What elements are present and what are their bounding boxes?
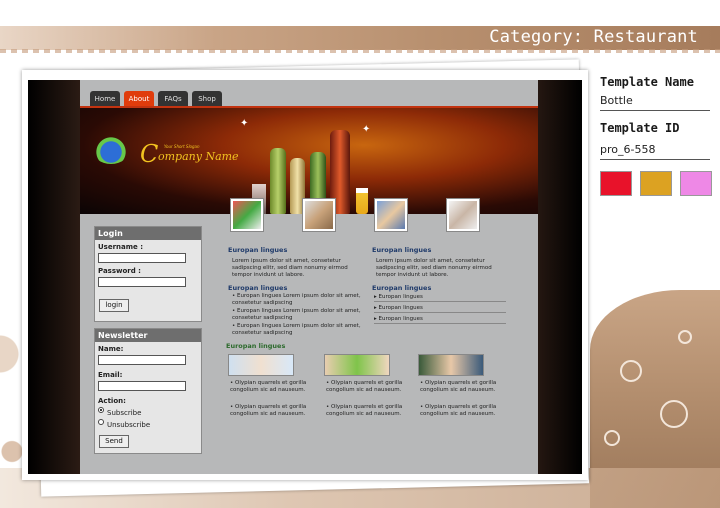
template-name-label: Template Name <box>600 75 694 89</box>
send-button[interactable]: Send <box>99 435 129 448</box>
gallery-caption: • Olypian quarrels et gorilla congolium … <box>230 380 307 393</box>
name-label: Name: <box>98 345 124 353</box>
logo-icon <box>92 134 130 164</box>
template-preview-frame[interactable]: Home About FAQs Shop Your Short Slogan C… <box>22 70 588 480</box>
nav-faqs[interactable]: FAQs <box>158 91 188 107</box>
link-item[interactable]: ▸ Europan lingues <box>374 316 506 324</box>
username-label: Username : <box>98 243 144 251</box>
category-title: Category: Restaurant <box>489 27 698 47</box>
link-item[interactable]: ▸ Europan lingues <box>374 294 506 302</box>
subscribe-label: Subscribe <box>107 409 142 417</box>
template-site: Home About FAQs Shop Your Short Slogan C… <box>80 80 538 474</box>
list-heading: Europan lingues <box>228 284 288 292</box>
password-label: Password : <box>98 267 141 275</box>
newsletter-title: Newsletter <box>95 329 201 342</box>
gallery-caption: • Olypian quarrels et gorilla congolium … <box>326 404 403 417</box>
thumbnail[interactable] <box>302 198 336 232</box>
login-box: Login Username : Password : login <box>94 226 202 322</box>
link-item[interactable]: ▸ Europan lingues <box>374 305 506 313</box>
logo-name: ompany Name <box>158 150 239 163</box>
gallery-caption: • Olypian quarrels et gorilla congolium … <box>326 380 403 393</box>
list-item: • Europan lingues Lorem ipsum dolor sit … <box>232 308 361 321</box>
gallery-caption: • Olypian quarrels et gorilla congolium … <box>420 380 497 393</box>
nav-home[interactable]: Home <box>90 91 120 107</box>
gallery-heading: Europan lingues <box>226 342 286 350</box>
nav-shop[interactable]: Shop <box>192 91 222 107</box>
login-button[interactable]: login <box>99 299 129 312</box>
bottle-image <box>270 148 286 214</box>
thumbnail[interactable] <box>374 198 408 232</box>
email-label: Email: <box>98 371 123 379</box>
section-text: Lorem ipsum dolor sit amet, consetetur s… <box>232 258 348 278</box>
divider <box>600 110 710 111</box>
color-swatch[interactable] <box>680 171 712 196</box>
section-text: Lorem ipsum dolor sit amet, consetetur s… <box>376 258 492 278</box>
gallery-image[interactable] <box>418 354 484 376</box>
unsubscribe-radio[interactable] <box>98 419 104 425</box>
login-title: Login <box>95 227 201 240</box>
template-screenshot: Home About FAQs Shop Your Short Slogan C… <box>28 80 582 474</box>
name-input[interactable] <box>98 355 186 365</box>
site-nav: Home About FAQs Shop <box>80 80 538 108</box>
section-heading: Europan lingues <box>372 246 432 254</box>
thumbnail[interactable] <box>230 198 264 232</box>
gallery-caption: • Olypian quarrels et gorilla congolium … <box>230 404 307 417</box>
thumbnail[interactable] <box>446 198 480 232</box>
color-swatch[interactable] <box>600 171 632 196</box>
template-id-value: pro_6-558 <box>600 143 656 156</box>
password-input[interactable] <box>98 277 186 287</box>
gallery-image[interactable] <box>324 354 390 376</box>
nav-about[interactable]: About <box>124 91 154 107</box>
subscribe-radio[interactable] <box>98 407 104 413</box>
template-name-value: Bottle <box>600 94 633 107</box>
gallery-caption: • Olypian quarrels et gorilla congolium … <box>420 404 497 417</box>
action-label: Action: <box>98 397 126 405</box>
section-heading: Europan lingues <box>228 246 288 254</box>
logo-initial: C <box>140 140 159 168</box>
unsubscribe-label: Unsubscribe <box>107 421 151 429</box>
sparkle-icon: ✦ <box>362 124 371 135</box>
logo-slogan: Your Short Slogan <box>164 144 200 149</box>
color-swatch[interactable] <box>640 171 672 196</box>
list-item: • Europan lingues Lorem ipsum dolor sit … <box>232 323 361 336</box>
gallery-image[interactable] <box>228 354 294 376</box>
glass-image <box>356 188 368 214</box>
template-id-label: Template ID <box>600 121 680 135</box>
links-heading: Europan lingues <box>372 284 432 292</box>
newsletter-box: Newsletter Name: Email: Action: Subscrib… <box>94 328 202 454</box>
sparkle-icon: ✦ <box>240 118 249 129</box>
divider <box>600 159 710 160</box>
list-item: • Europan lingues Lorem ipsum dolor sit … <box>232 293 361 306</box>
email-input[interactable] <box>98 381 186 391</box>
username-input[interactable] <box>98 253 186 263</box>
